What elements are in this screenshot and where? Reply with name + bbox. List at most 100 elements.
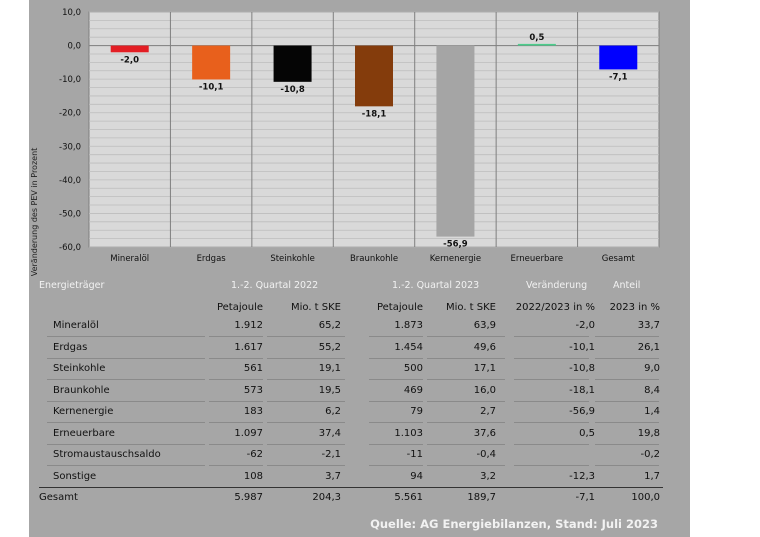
row-name: Erneuerbare bbox=[53, 427, 115, 439]
table-row-total: Gesamt 5.987 204,3 5.561 189,7 -7,1 100,… bbox=[29, 488, 690, 509]
row-c4: 49,6 bbox=[473, 341, 496, 353]
row-c1: 573 bbox=[243, 384, 263, 396]
y-tick-label: 0,0 bbox=[67, 42, 81, 52]
row-c4: 37,6 bbox=[473, 427, 496, 439]
row-c6: 8,4 bbox=[644, 384, 660, 396]
row-c2: 37,4 bbox=[318, 427, 341, 439]
table-row: Kernenergie 183 6,2 79 2,7 -56,9 1,4 bbox=[29, 402, 690, 423]
row-c2: 19,1 bbox=[318, 363, 341, 374]
row-c1: 1.097 bbox=[234, 427, 263, 439]
row-c5: -10,1 bbox=[569, 341, 595, 353]
table-row: Erdgas 1.617 55,2 1.454 49,6 -10,1 26,1 bbox=[29, 338, 690, 359]
total-change: -7,1 bbox=[575, 492, 595, 503]
bar-value-label: -10,1 bbox=[199, 82, 224, 92]
row-c5: -12,3 bbox=[569, 470, 595, 482]
row-name: Stromaustauschsaldo bbox=[53, 449, 161, 460]
row-c6: 9,0 bbox=[644, 363, 660, 374]
bar-value-label: 0,5 bbox=[529, 33, 544, 43]
row-c4: 17,1 bbox=[473, 363, 496, 374]
y-tick-label: 10,0 bbox=[62, 8, 81, 18]
row-c6: 33,7 bbox=[637, 320, 660, 331]
category-label: Gesamt bbox=[602, 254, 636, 264]
y-tick-label: -50,0 bbox=[59, 209, 81, 219]
row-c4: 3,2 bbox=[480, 470, 496, 482]
row-c3: 500 bbox=[403, 363, 423, 374]
row-name: Sonstige bbox=[53, 470, 97, 482]
bar-value-label: -18,1 bbox=[362, 109, 387, 119]
row-c5: -10,8 bbox=[569, 363, 595, 374]
ticks-layer: 10,0 0,0 -10,0 -20,0 -30,0 -40,0 -50,0 -60,0 bbox=[59, 8, 81, 253]
y-tick-label: -40,0 bbox=[59, 176, 81, 186]
table-row: Sonstige 108 3,7 94 3,2 -12,3 1,7 bbox=[29, 467, 690, 488]
category-label: Kernenergie bbox=[430, 254, 481, 264]
row-c2: 6,2 bbox=[325, 406, 341, 417]
source-note: Quelle: AG Energiebilanzen, Stand: Juli … bbox=[370, 517, 658, 531]
row-c2: -2,1 bbox=[321, 449, 341, 460]
row-c1: 108 bbox=[243, 470, 263, 482]
table-row: Steinkohle 561 19,1 500 17,1 -10,8 9,0 bbox=[29, 359, 690, 380]
table-row: Stromaustauschsaldo -62 -2,1 -11 -0,4 -0,2 bbox=[29, 445, 690, 466]
bar-value-label: -56,9 bbox=[443, 240, 468, 250]
row-c6: -0,2 bbox=[640, 449, 660, 460]
row-c4: 2,7 bbox=[480, 406, 496, 417]
row-c4: 16,0 bbox=[473, 384, 496, 396]
bar-value-label: -7,1 bbox=[609, 72, 628, 82]
row-c1: 183 bbox=[243, 406, 263, 417]
header-energietraeger: Energieträger bbox=[39, 280, 105, 291]
category-label: Erneuerbare bbox=[511, 254, 564, 264]
row-c6: 26,1 bbox=[637, 341, 660, 353]
bar bbox=[517, 43, 556, 46]
row-c1: -62 bbox=[246, 449, 263, 460]
row-name: Erdgas bbox=[53, 341, 88, 353]
y-axis-label: Veränderung des PEV in Prozent bbox=[30, 148, 39, 276]
subheader-share-pct: 2023 in % bbox=[609, 302, 660, 313]
total-ske-2023: 189,7 bbox=[467, 492, 496, 503]
table-row: Braunkohle 573 19,5 469 16,0 -18,1 8,4 bbox=[29, 381, 690, 402]
row-c3: 469 bbox=[403, 384, 423, 396]
bar-value-label: -10,8 bbox=[280, 85, 305, 95]
row-c3: 94 bbox=[410, 470, 423, 482]
header-q2023: 1.-2. Quartal 2023 bbox=[392, 280, 480, 291]
total-pj-2022: 5.987 bbox=[234, 492, 263, 503]
y-tick-label: -30,0 bbox=[59, 142, 81, 152]
row-c5: -56,9 bbox=[569, 406, 595, 417]
subheader-change-pct: 2022/2023 in % bbox=[515, 302, 595, 313]
categories-layer: Mineralöl Erdgas Steinkohle Braunkohle Kerne… bbox=[110, 254, 635, 264]
bar bbox=[436, 45, 475, 237]
category-label: Mineralöl bbox=[110, 254, 149, 264]
total-ske-2022: 204,3 bbox=[312, 492, 341, 503]
bar bbox=[273, 45, 312, 82]
bar bbox=[110, 45, 149, 53]
bar bbox=[355, 45, 393, 107]
category-label: Braunkohle bbox=[350, 254, 398, 264]
row-c5: -18,1 bbox=[569, 384, 595, 396]
subheader-pj-2022: Petajoule bbox=[216, 302, 263, 313]
bar bbox=[599, 45, 638, 70]
header-q2022: 1.-2. Quartal 2022 bbox=[231, 280, 319, 291]
subheader-ske-2023: Mio. t SKE bbox=[445, 302, 496, 313]
row-c4: 63,9 bbox=[473, 320, 496, 331]
y-tick-label: -10,0 bbox=[59, 75, 81, 85]
bar-chart: -2,0 -10,1 -10,8 -18,1 -56,9 0,5 -7,1 10,0 0,0 -… bbox=[30, 8, 660, 276]
bar bbox=[192, 45, 231, 80]
header-share: Anteil bbox=[613, 280, 641, 291]
y-tick-label: -20,0 bbox=[59, 109, 81, 119]
row-c6: 1,4 bbox=[644, 406, 660, 417]
row-c6: 1,7 bbox=[644, 470, 660, 482]
total-pj-2023: 5.561 bbox=[394, 492, 423, 503]
row-c2: 65,2 bbox=[318, 320, 341, 331]
row-c2: 3,7 bbox=[325, 470, 341, 482]
row-c5: 0,5 bbox=[579, 427, 595, 439]
table-row: Mineralöl 1.912 65,2 1.873 63,9 -2,0 33,7 bbox=[29, 316, 690, 337]
row-name: Kernenergie bbox=[53, 406, 114, 417]
table-row: Erneuerbare 1.097 37,4 1.103 37,6 0,5 19,8 bbox=[29, 424, 690, 445]
row-c2: 19,5 bbox=[318, 384, 341, 396]
header-change: Veränderung bbox=[526, 280, 588, 291]
chart-panel: -2,0 -10,1 -10,8 -18,1 -56,9 0,5 -7,1 10,0 0,0 -… bbox=[29, 0, 690, 537]
row-c5: -2,0 bbox=[575, 320, 595, 331]
row-c1: 1.617 bbox=[234, 341, 263, 353]
bar-value-label: -2,0 bbox=[120, 55, 139, 65]
row-name: Steinkohle bbox=[53, 363, 106, 374]
category-label: Steinkohle bbox=[270, 254, 315, 264]
row-c2: 55,2 bbox=[318, 341, 341, 353]
